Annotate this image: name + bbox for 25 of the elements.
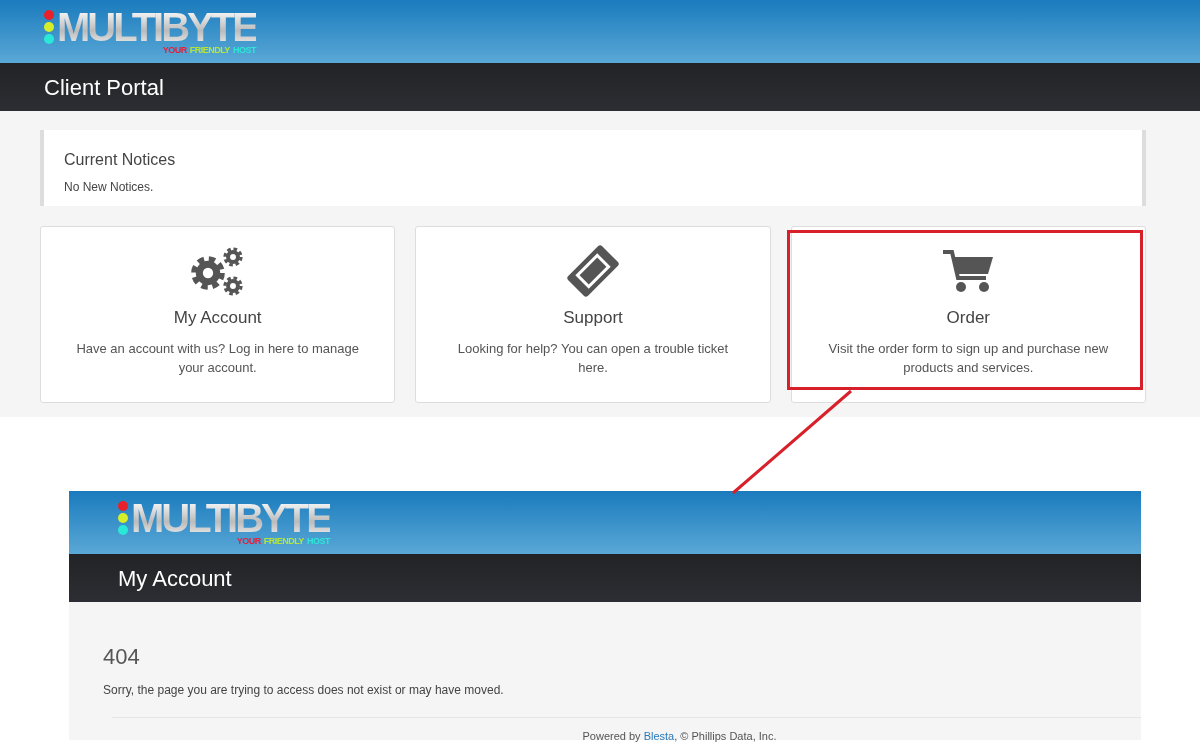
error-message: Sorry, the page you are trying to access does not exist or may have moved. — [103, 682, 505, 699]
card-description: Visit the order form to sign up and purchase new products and services. — [827, 339, 1110, 377]
traffic-light-dots-icon — [43, 8, 55, 46]
notices-text: No New Notices. — [64, 179, 155, 196]
portal-card[interactable]: Order Visit the order form to sign up and purchase new products and services. — [790, 226, 1146, 403]
logo-tagline-word: HOST — [306, 537, 330, 546]
notices-heading: Current Notices — [64, 150, 177, 170]
card-title: Order — [945, 307, 992, 329]
logo-tagline-word: FRIENDLY — [263, 537, 304, 546]
cart-icon — [941, 248, 996, 294]
error-code: 404 — [103, 643, 141, 671]
traffic-light-dots-icon — [117, 499, 129, 537]
portal-card[interactable]: Support Looking for help? You can open a trouble ticket here. — [415, 226, 771, 403]
logo-tagline-word: HOST — [232, 46, 256, 55]
page-title: Client Portal — [44, 73, 164, 102]
logo-tagline-word: YOUR — [162, 46, 187, 55]
logo-tagline-word: FRIENDLY — [189, 46, 230, 55]
logo-tagline-word: YOUR — [236, 537, 261, 546]
card-title: My Account — [172, 307, 263, 329]
page-title: My Account — [118, 564, 232, 593]
footer-text: Powered by Blesta, © Phillips Data, Inc. — [581, 729, 778, 744]
card-title: Support — [562, 307, 624, 329]
card-description: Looking for help? You can open a trouble ticket here. — [456, 339, 730, 377]
card-description: Have an account with us? Log in here to manage your account. — [75, 339, 360, 377]
portal-card[interactable]: My Account Have an account with us? Log in here to manage your account. — [40, 226, 396, 403]
